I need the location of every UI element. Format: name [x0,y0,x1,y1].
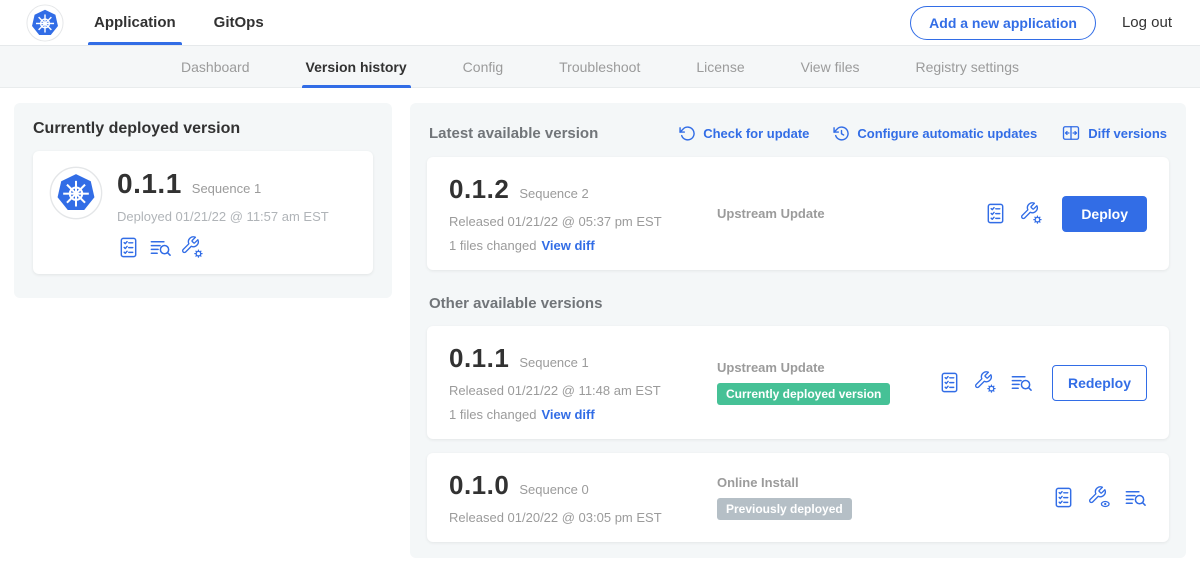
deployed-date-text: Deployed 01/21/22 @ 11:57 am EST [117,209,329,224]
source-label: Upstream Update [717,206,984,221]
files-changed-text: 1 files changed [449,407,536,422]
currently-deployed-title: Currently deployed version [33,120,373,138]
redeploy-button[interactable]: Redeploy [1052,365,1147,401]
preflight-checklist-icon[interactable] [117,236,140,259]
versions-panel: Latest available version Check for updat… [410,103,1186,558]
version-number: 0.1.2 [449,174,509,205]
top-header: Application GitOps Add a new application… [0,0,1200,46]
diff-icon [1061,123,1081,143]
other-available-title: Other available versions [427,295,1169,312]
version-source: Upstream Update Currently deployed versi… [717,360,938,405]
deploy-logs-icon[interactable] [149,236,172,259]
version-source: Online Install Previously deployed [717,475,1052,520]
version-card-0-1-2: 0.1.2 Sequence 2 Released 01/21/22 @ 05:… [427,157,1169,270]
preflight-checklist-icon[interactable] [938,371,961,394]
source-label: Upstream Update [717,360,938,375]
latest-available-title: Latest available version [429,125,598,142]
version-number: 0.1.1 [449,343,509,374]
configure-automatic-updates-label: Configure automatic updates [857,126,1037,141]
configure-automatic-updates-link[interactable]: Configure automatic updates [833,125,1037,142]
edit-config-icon[interactable] [181,236,204,259]
deployed-icon-row [117,236,329,259]
released-date: Released 01/20/22 @ 03:05 pm EST [449,510,717,525]
tab-gitops[interactable]: GitOps [214,0,264,45]
deploy-logs-icon[interactable] [1010,371,1033,394]
refresh-icon [679,125,696,142]
deployed-sequence-label: Sequence 1 [192,181,261,196]
currently-deployed-badge: Currently deployed version [717,383,890,405]
version-source: Upstream Update [717,206,984,221]
subtab-view-files[interactable]: View files [801,46,860,88]
panel-header: Latest available version Check for updat… [427,118,1169,143]
update-schedule-icon [833,125,850,142]
deploy-logs-icon[interactable] [1124,486,1147,509]
previously-deployed-badge: Previously deployed [717,498,852,520]
files-changed-line: 1 files changed View diff [449,407,717,422]
subtab-troubleshoot[interactable]: Troubleshoot [559,46,640,88]
sequence-label: Sequence 1 [519,355,588,370]
version-actions: Redeploy [938,365,1147,401]
subtab-dashboard[interactable]: Dashboard [181,46,250,88]
files-changed-text: 1 files changed [449,238,536,253]
app-subnav: Dashboard Version history Config Trouble… [0,46,1200,88]
preflight-checklist-icon[interactable] [984,202,1007,225]
deployed-version-box: 0.1.1 Sequence 1 Deployed 01/21/22 @ 11:… [33,151,373,274]
version-info: 0.1.0 Sequence 0 Released 01/20/22 @ 03:… [449,470,717,525]
version-actions: Deploy [984,196,1147,232]
subtab-config[interactable]: Config [463,46,503,88]
sequence-label: Sequence 2 [519,186,588,201]
edit-config-icon[interactable] [974,371,997,394]
view-config-icon[interactable] [1088,486,1111,509]
check-for-update-label: Check for update [703,126,809,141]
app-logo [26,4,64,42]
diff-versions-link[interactable]: Diff versions [1061,123,1167,143]
released-date: Released 01/21/22 @ 05:37 pm EST [449,214,717,229]
source-label: Online Install [717,475,1052,490]
kubernetes-app-icon [49,166,103,220]
subtab-registry-settings[interactable]: Registry settings [916,46,1019,88]
subtab-license[interactable]: License [696,46,744,88]
version-number: 0.1.0 [449,470,509,501]
view-diff-link[interactable]: View diff [541,238,594,253]
sequence-label: Sequence 0 [519,482,588,497]
version-info: 0.1.2 Sequence 2 Released 01/21/22 @ 05:… [449,174,717,253]
header-tabs: Application GitOps [94,0,264,45]
tab-application[interactable]: Application [94,0,176,45]
deployed-version-info: 0.1.1 Sequence 1 Deployed 01/21/22 @ 11:… [117,166,329,259]
deploy-button[interactable]: Deploy [1062,196,1147,232]
logout-button[interactable]: Log out [1122,14,1172,31]
main-content: Currently deployed version 0.1.1 Sequenc… [0,88,1200,564]
currently-deployed-card: Currently deployed version 0.1.1 Sequenc… [14,103,392,298]
kubernetes-logo-icon [26,4,64,42]
version-actions [1052,486,1147,509]
released-date: Released 01/21/22 @ 11:48 am EST [449,383,717,398]
deployed-version-number: 0.1.1 [117,168,182,200]
edit-config-icon[interactable] [1020,202,1043,225]
version-info: 0.1.1 Sequence 1 Released 01/21/22 @ 11:… [449,343,717,422]
version-card-0-1-0: 0.1.0 Sequence 0 Released 01/20/22 @ 03:… [427,453,1169,542]
files-changed-line: 1 files changed View diff [449,238,717,253]
diff-versions-label: Diff versions [1088,126,1167,141]
panel-actions: Check for update Configure automatic upd… [679,123,1167,143]
subtab-version-history[interactable]: Version history [306,46,407,88]
version-card-0-1-1: 0.1.1 Sequence 1 Released 01/21/22 @ 11:… [427,326,1169,439]
view-diff-link[interactable]: View diff [541,407,594,422]
check-for-update-link[interactable]: Check for update [679,125,809,142]
header-right: Add a new application Log out [910,6,1172,40]
preflight-checklist-icon[interactable] [1052,486,1075,509]
add-new-application-button[interactable]: Add a new application [910,6,1096,40]
